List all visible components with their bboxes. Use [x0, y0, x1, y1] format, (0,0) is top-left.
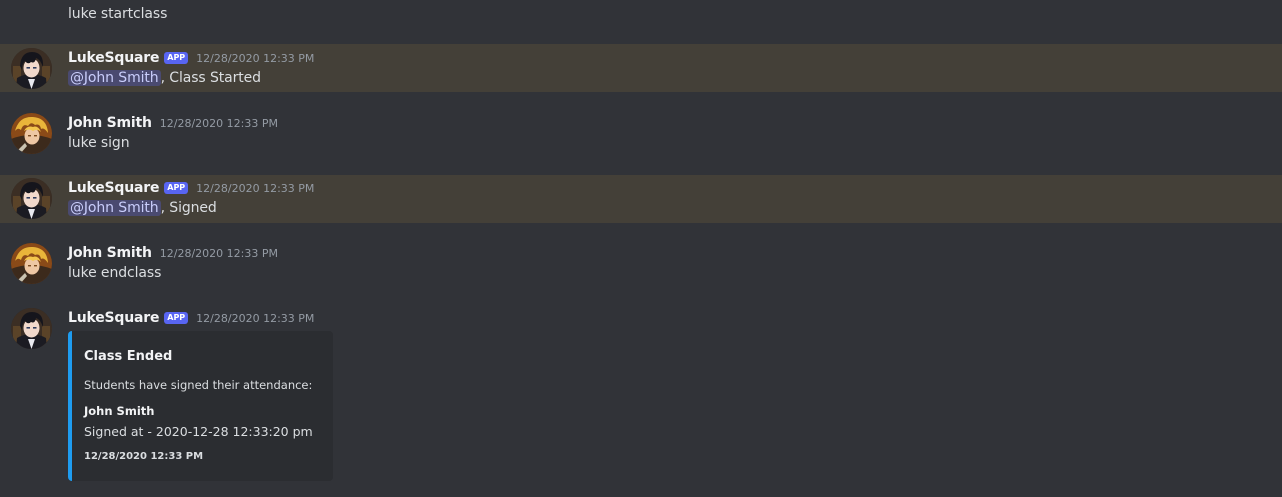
message-item[interactable]: luke startclass — [0, 0, 1282, 44]
message-header: John Smith 12/28/2020 12:33 PM — [68, 113, 278, 133]
bot-avatar-icon[interactable] — [11, 48, 52, 89]
author-name[interactable]: John Smith — [68, 115, 152, 131]
bot-avatar-icon[interactable] — [11, 308, 52, 349]
message-content: luke startclass — [68, 6, 168, 22]
message-content: luke endclass — [68, 265, 162, 281]
embed-field-name: John Smith — [84, 404, 155, 418]
message-item[interactable]: LukeSquare APP 12/28/2020 12:33 PM @John… — [0, 44, 1282, 92]
embed-description: Students have signed their attendance: — [84, 378, 313, 392]
message-item[interactable]: John Smith 12/28/2020 12:33 PM luke endc… — [0, 240, 1282, 288]
embed-field-value: Signed at - 2020-12-28 12:33:20 pm — [84, 424, 313, 439]
author-name[interactable]: LukeSquare — [68, 310, 159, 326]
app-badge: APP — [164, 182, 189, 194]
message-item[interactable]: John Smith 12/28/2020 12:33 PM luke sign — [0, 110, 1282, 158]
author-name[interactable]: LukeSquare — [68, 50, 159, 66]
user-mention[interactable]: @John Smith — [68, 200, 161, 216]
message-content: @John Smith, Class Started — [68, 70, 261, 86]
message-item[interactable]: LukeSquare APP 12/28/2020 12:33 PM Class… — [0, 305, 1282, 485]
app-badge: APP — [164, 312, 189, 324]
message-header: John Smith 12/28/2020 12:33 PM — [68, 243, 278, 263]
message-header: LukeSquare APP 12/28/2020 12:33 PM — [68, 178, 314, 198]
embed-title: Class Ended — [84, 349, 173, 364]
message-content: luke sign — [68, 135, 130, 151]
author-name[interactable]: LukeSquare — [68, 180, 159, 196]
author-name[interactable]: John Smith — [68, 245, 152, 261]
chat-message-list: luke startclass LukeSquare APP 12/28/202… — [0, 0, 1282, 497]
bot-avatar-icon[interactable] — [11, 178, 52, 219]
message-timestamp: 12/28/2020 12:33 PM — [196, 51, 315, 65]
user-mention[interactable]: @John Smith — [68, 70, 161, 86]
message-embed: Class Ended Students have signed their a… — [68, 331, 333, 481]
embed-footer-timestamp: 12/28/2020 12:33 PM — [84, 451, 204, 462]
message-text: , Signed — [160, 200, 217, 216]
message-content: @John Smith, Signed — [68, 200, 217, 216]
message-timestamp: 12/28/2020 12:33 PM — [159, 246, 278, 260]
message-timestamp: 12/28/2020 12:33 PM — [159, 116, 278, 130]
user-avatar-icon[interactable] — [11, 113, 52, 154]
message-text: , Class Started — [160, 70, 261, 86]
message-item[interactable]: LukeSquare APP 12/28/2020 12:33 PM @John… — [0, 175, 1282, 223]
message-timestamp: 12/28/2020 12:33 PM — [196, 311, 315, 325]
message-header: LukeSquare APP 12/28/2020 12:33 PM — [68, 308, 314, 328]
app-badge: APP — [164, 52, 189, 64]
user-avatar-icon[interactable] — [11, 243, 52, 284]
message-header: LukeSquare APP 12/28/2020 12:33 PM — [68, 48, 314, 68]
message-timestamp: 12/28/2020 12:33 PM — [196, 181, 315, 195]
